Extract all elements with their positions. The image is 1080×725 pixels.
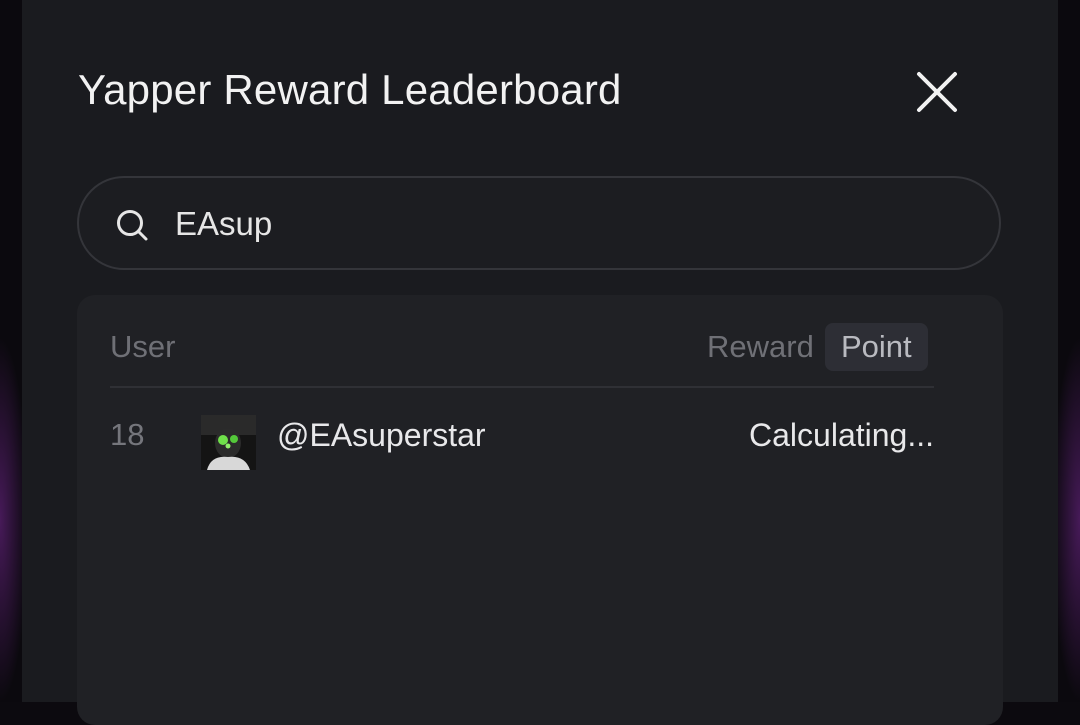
search-bar [77,176,1001,270]
table-row[interactable]: 18 @EAsuperstar Calculating... [77,405,1003,470]
row-user-handle: @EAsuperstar [277,417,486,453]
tab-point[interactable]: Point [825,323,928,371]
avatar [201,415,256,470]
search-icon [117,210,148,241]
tab-reward[interactable]: Reward [707,329,814,365]
leaderboard-modal: Yapper Reward Leaderboard User Reward Po… [22,0,1058,725]
leaderboard-table: User Reward Point 18 @EAsuperstar Calcul… [77,295,1003,725]
user-avatar-icon [201,415,256,470]
close-icon [917,72,957,112]
row-point-value: Calculating... [749,417,934,453]
row-rank: 18 [110,417,145,452]
close-button[interactable] [915,70,959,114]
modal-title: Yapper Reward Leaderboard [78,66,622,113]
search-input[interactable] [175,200,955,248]
header-divider [110,386,934,388]
column-header-user: User [110,329,176,364]
